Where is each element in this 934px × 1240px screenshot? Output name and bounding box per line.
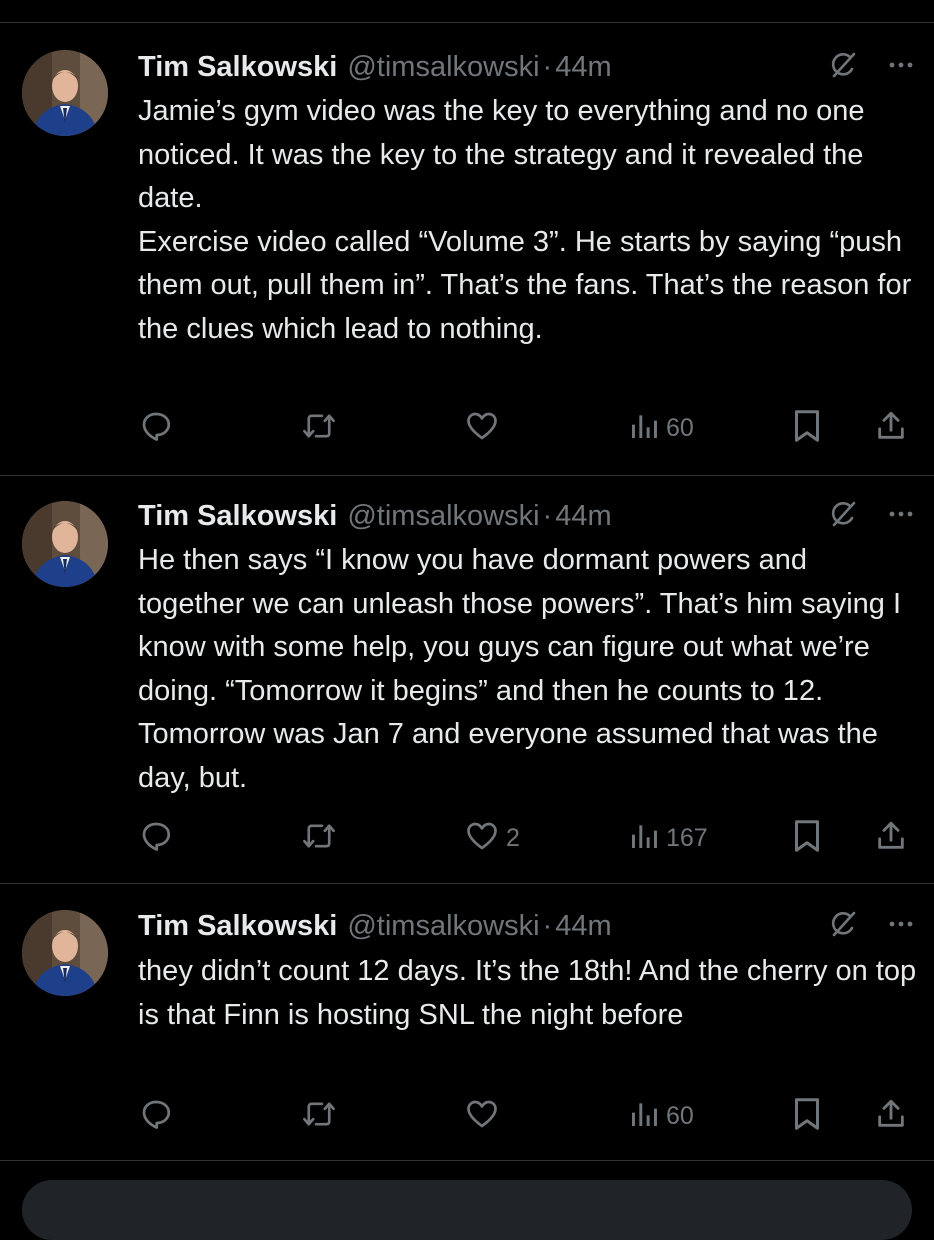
tweet[interactable]: Tim Salkowski @timsalkowski · 44m they d… xyxy=(0,884,934,1161)
views-button[interactable]: 60 xyxy=(628,408,694,448)
avatar[interactable] xyxy=(22,910,108,996)
bookmark-button[interactable] xyxy=(790,408,824,448)
action-bar: 60 xyxy=(138,408,914,448)
share-icon xyxy=(874,408,908,449)
bookmark-icon xyxy=(790,1096,824,1137)
tweet-header: Tim Salkowski @timsalkowski · 44m xyxy=(138,906,916,946)
heart-icon xyxy=(464,1096,500,1137)
share-button[interactable] xyxy=(874,1096,908,1136)
tweet-text: He then says “I know you have dormant po… xyxy=(138,544,902,794)
separator: · xyxy=(542,50,553,83)
action-bar: 60 xyxy=(138,1096,914,1136)
reply-compose-bar[interactable] xyxy=(22,1180,912,1240)
more-icon[interactable] xyxy=(886,50,916,85)
reply-button[interactable] xyxy=(138,818,174,858)
share-icon xyxy=(874,818,908,859)
avatar[interactable] xyxy=(22,50,108,136)
view-count: 60 xyxy=(666,1101,694,1130)
reply-icon xyxy=(138,818,174,859)
views-icon xyxy=(628,820,660,857)
separator: · xyxy=(542,909,553,942)
heart-icon xyxy=(464,818,500,859)
author-name[interactable]: Tim Salkowski xyxy=(138,910,337,943)
views-button[interactable]: 60 xyxy=(628,1096,694,1136)
bookmark-icon xyxy=(790,408,824,449)
action-bar: 2 167 xyxy=(138,818,914,858)
author-name[interactable]: Tim Salkowski xyxy=(138,500,337,533)
more-icon[interactable] xyxy=(886,499,916,534)
tweet-text: Jamie’s gym video was the key to everyth… xyxy=(138,95,912,345)
bookmark-button[interactable] xyxy=(790,1096,824,1136)
reply-icon xyxy=(138,1096,174,1137)
retweet-icon xyxy=(300,818,338,859)
share-button[interactable] xyxy=(874,818,908,858)
share-icon xyxy=(874,1096,908,1137)
heart-icon xyxy=(464,408,500,449)
author-handle[interactable]: @timsalkowski xyxy=(347,500,539,533)
avatar[interactable] xyxy=(22,501,108,587)
like-button[interactable]: 2 xyxy=(464,818,520,858)
like-button[interactable] xyxy=(464,408,506,448)
views-icon xyxy=(628,1098,660,1135)
reply-icon xyxy=(138,408,174,449)
reply-button[interactable] xyxy=(138,408,174,448)
views-button[interactable]: 167 xyxy=(628,818,708,858)
tweet-header: Tim Salkowski @timsalkowski · 44m xyxy=(138,47,916,87)
more-icon[interactable] xyxy=(886,909,916,944)
author-name[interactable]: Tim Salkowski xyxy=(138,51,337,84)
timestamp[interactable]: 44m xyxy=(555,500,611,533)
separator: · xyxy=(542,499,553,532)
tweet-header: Tim Salkowski @timsalkowski · 44m xyxy=(138,496,916,536)
tweet[interactable]: Tim Salkowski @timsalkowski · 44m He the… xyxy=(0,476,934,884)
author-handle[interactable]: @timsalkowski xyxy=(347,910,539,943)
retweet-icon xyxy=(300,408,338,449)
view-count: 60 xyxy=(666,413,694,442)
grok-icon[interactable] xyxy=(828,909,858,944)
views-icon xyxy=(628,410,660,447)
author-handle[interactable]: @timsalkowski xyxy=(347,51,539,84)
tweet[interactable]: Tim Salkowski @timsalkowski · 44m Jamie’… xyxy=(0,23,934,476)
like-count: 2 xyxy=(506,823,520,852)
retweet-button[interactable] xyxy=(300,408,338,448)
timestamp[interactable]: 44m xyxy=(555,51,611,84)
retweet-icon xyxy=(300,1096,338,1137)
grok-icon[interactable] xyxy=(828,50,858,85)
like-button[interactable] xyxy=(464,1096,506,1136)
view-count: 167 xyxy=(666,823,708,852)
share-button[interactable] xyxy=(874,408,908,448)
reply-button[interactable] xyxy=(138,1096,174,1136)
retweet-button[interactable] xyxy=(300,818,338,858)
tweet-text: they didn’t count 12 days. It’s the 18th… xyxy=(138,955,917,1031)
timestamp[interactable]: 44m xyxy=(555,910,611,943)
retweet-button[interactable] xyxy=(300,1096,338,1136)
bookmark-button[interactable] xyxy=(790,818,824,858)
bookmark-icon xyxy=(790,818,824,859)
grok-icon[interactable] xyxy=(828,499,858,534)
